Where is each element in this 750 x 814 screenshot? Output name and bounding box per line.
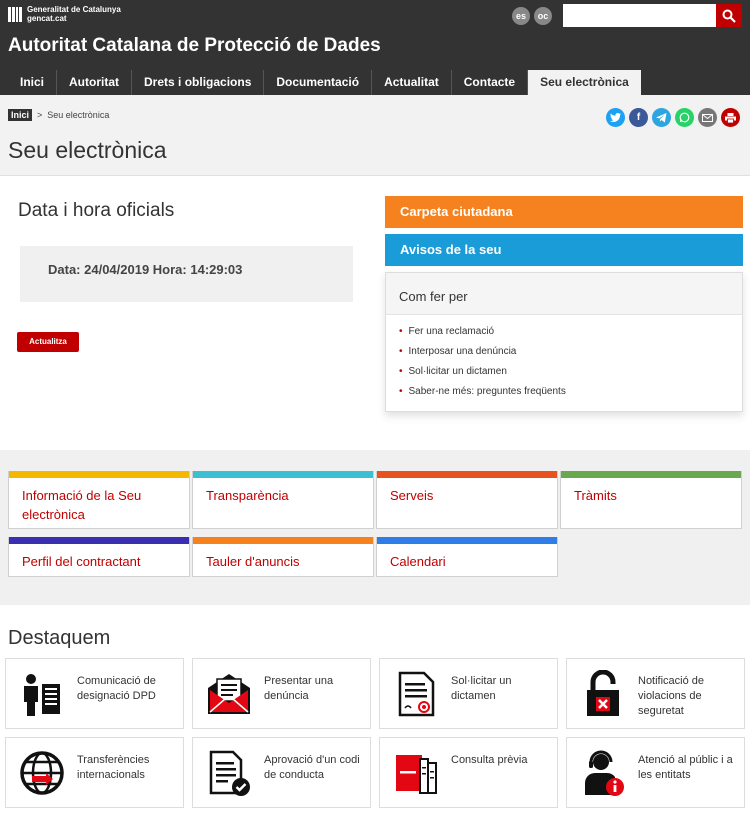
site-header: Generalitat de Catalunya gencat.cat es o… [0,0,750,95]
padlock-icon [587,670,619,716]
tile-perfil-contractant[interactable]: Perfil del contractant [8,537,190,577]
howto-list: • Fer una reclamació • Interposar una denú… [386,315,742,405]
howto-item[interactable]: • Fer una reclamació [399,325,742,345]
twitter-icon[interactable] [606,108,625,127]
globe-icon [20,751,64,795]
site-title[interactable]: Autoritat Catalana de Protecció de Dades [8,35,381,57]
nav-item-documentacio[interactable]: Documentació [263,70,371,95]
telegram-icon[interactable] [652,108,671,127]
official-datetime: Data: 24/04/2019 Hora: 14:29:03 [48,262,243,277]
share-bar: f [606,108,740,127]
tile-tauler-anuncis[interactable]: Tauler d'anuncis [192,537,374,577]
support-agent-icon [585,750,624,796]
howto-item[interactable]: • Interposar una denúncia [399,345,742,365]
nav-item-drets[interactable]: Drets i obligacions [131,70,263,95]
nav-item-actualitat[interactable]: Actualitat [371,70,451,95]
facebook-icon[interactable]: f [629,108,648,127]
breadcrumb-current: Seu electrònica [47,110,110,120]
breadcrumb: Inici > Seu electrònica [8,109,109,121]
howto-panel: Com fer per • Fer una reclamació • Interpo… [385,272,743,412]
breadcrumb-separator: > [37,110,43,120]
envelope-icon [208,674,250,714]
refresh-button[interactable]: Actualitza [17,332,79,352]
card-atencio-public[interactable]: Atenció al públic i a les entitats [566,737,745,808]
card-presentar-denuncia[interactable]: Presentar una denúncia [192,658,371,729]
card-dictamen[interactable]: Sol·licitar un dictamen [379,658,558,729]
tile-tramits[interactable]: Tràmits [560,471,742,529]
card-codi-conducta[interactable]: Aprovació d'un codi de conducta [192,737,371,808]
avisos-seu-button[interactable]: Avisos de la seu [385,234,743,266]
documents-icon [396,755,437,794]
card-violacions-seguretat[interactable]: Notificació de violacions de seguretat [566,658,745,729]
document-check-icon [209,750,250,796]
main-nav: Inici Autoritat Drets i obligacions Docu… [8,70,641,95]
tile-transparencia[interactable]: Transparència [192,471,374,529]
nav-item-seu-electronica[interactable]: Seu electrònica [527,70,641,95]
carpeta-ciutadana-button[interactable]: Carpeta ciutadana [385,196,743,228]
nav-item-contacte[interactable]: Contacte [450,70,527,95]
date-heading: Data i hora oficials [18,200,175,221]
gencat-name: Generalitat de Catalunya [27,5,121,14]
card-designacio-dpd[interactable]: Comunicació de designació DPD [5,658,184,729]
gencat-domain: gencat.cat [27,14,67,23]
nav-item-inici[interactable]: Inici [8,70,56,95]
whatsapp-icon[interactable] [675,108,694,127]
print-icon[interactable] [721,108,740,127]
tile-informacio-seu[interactable]: Informació de la Seu electrònica [8,471,190,529]
nav-item-autoritat[interactable]: Autoritat [56,70,131,95]
destaquem-title: Destaquem [8,627,111,649]
search-icon [722,9,736,23]
gencat-logo[interactable]: Generalitat de Catalunya gencat.cat [8,5,121,23]
lang-oc-button[interactable]: oc [534,7,552,25]
person-document-icon [24,674,60,716]
tile-serveis[interactable]: Serveis [376,471,558,529]
search-button[interactable] [716,4,742,27]
document-seal-icon [398,671,435,717]
email-icon[interactable] [698,108,717,127]
page-title: Seu electrònica [8,137,167,163]
howto-item[interactable]: • Saber-ne més: preguntes freqüents [399,385,742,405]
lang-es-button[interactable]: es [512,7,530,25]
tile-calendari[interactable]: Calendari [376,537,558,577]
howto-title: Com fer per [386,273,742,315]
howto-item[interactable]: • Sol·licitar un dictamen [399,365,742,385]
search-input[interactable] [563,4,716,27]
card-consulta-previa[interactable]: Consulta prèvia [379,737,558,808]
card-transferencies[interactable]: Transferències internacionals [5,737,184,808]
breadcrumb-home[interactable]: Inici [8,109,33,121]
gencat-flag-icon [8,6,22,22]
